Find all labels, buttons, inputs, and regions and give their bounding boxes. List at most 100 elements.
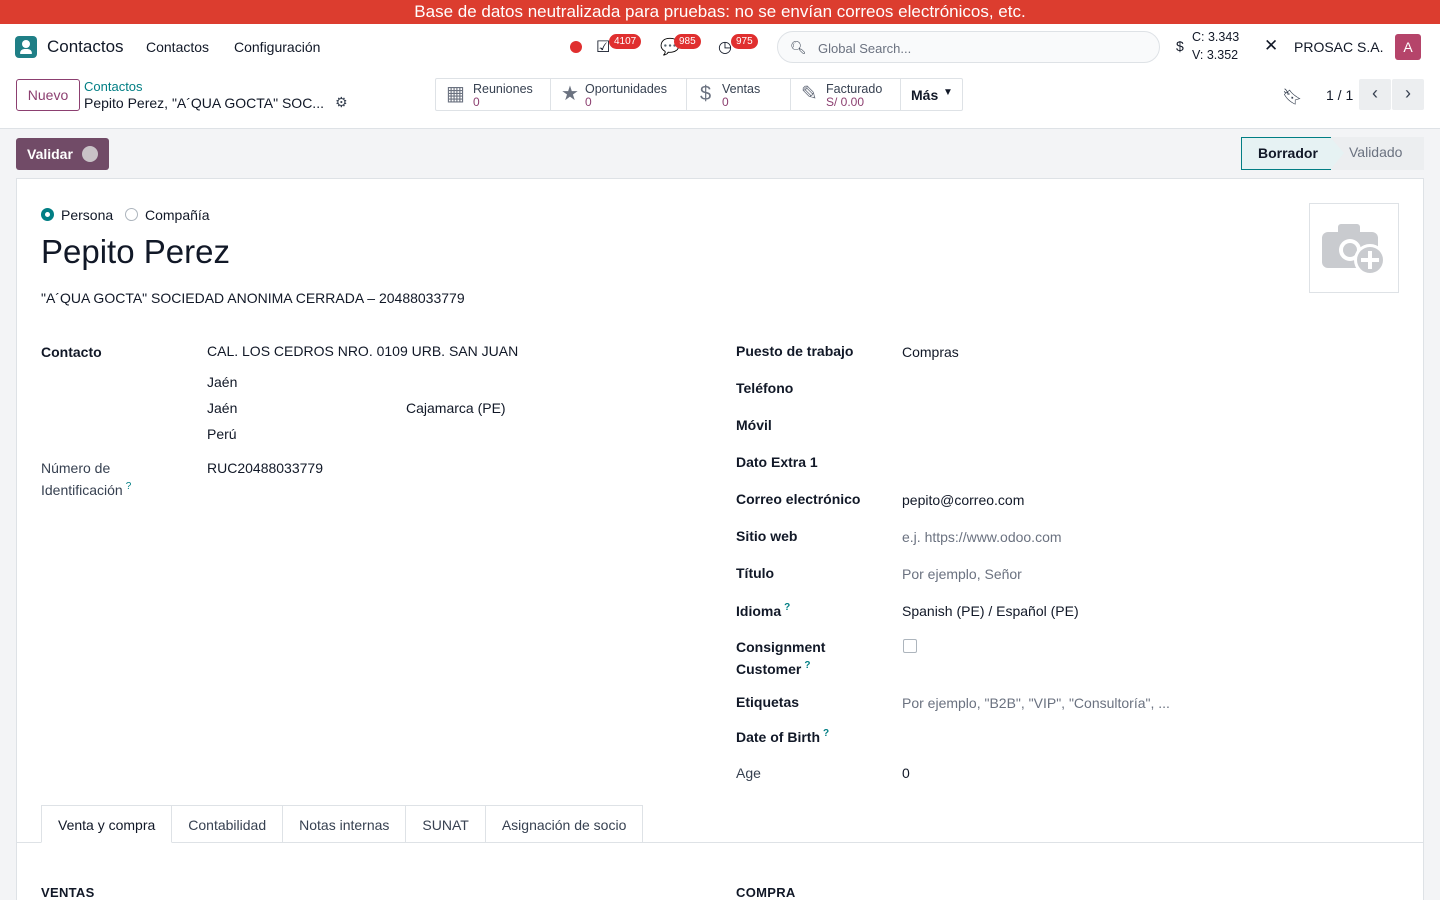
tab-venta-y-compra[interactable]: Venta y compra [41, 805, 173, 843]
user-avatar[interactable]: A [1395, 34, 1421, 60]
global-search-input[interactable] [818, 38, 1138, 58]
district-field[interactable]: Jaén [207, 374, 237, 390]
calendar-icon: ▦ [446, 83, 465, 105]
help-icon[interactable]: ? [784, 602, 790, 613]
extra-data-label: Dato Extra 1 [736, 454, 818, 470]
radio-dot-selected [41, 208, 54, 221]
smart-button-value: S/ 0.00 [826, 95, 865, 109]
control-panel: Nuevo Contactos Pepito Perez, "A´QUA GOC… [0, 70, 1440, 129]
smart-button-ventas[interactable]: $ Ventas 0 [687, 79, 791, 110]
email-label: Correo electrónico [736, 491, 861, 507]
title-field[interactable]: Por ejemplo, Señor [902, 566, 1022, 582]
vat-label-line1: Número de [41, 460, 111, 476]
email-field[interactable]: pepito@correo.com [902, 492, 1024, 508]
contacts-app-icon[interactable] [15, 36, 37, 58]
validate-label: Validar [27, 146, 73, 162]
birth-date-label: Date of Birth? [736, 728, 829, 745]
pager-next-button[interactable]: › [1392, 79, 1424, 110]
star-icon: ★ [561, 83, 579, 105]
website-label: Sitio web [736, 528, 798, 544]
website-field[interactable]: e.j. https://www.odoo.com [902, 529, 1062, 545]
smart-button-oportunidades[interactable]: ★ Oportunidades 0 [551, 79, 687, 110]
radio-dot [125, 208, 138, 221]
currency-dollar-icon: $ [1176, 38, 1184, 54]
language-field[interactable]: Spanish (PE) / Español (PE) [902, 603, 1079, 619]
consignment-label: Customer? [736, 660, 810, 677]
edit-icon: ✎ [801, 83, 818, 105]
pager-value[interactable]: 1 / 1 [1326, 87, 1353, 103]
timer-counter: 975 [731, 34, 758, 49]
smart-button-value: 0 [722, 95, 729, 109]
bookmark-icon[interactable]: 🔖︎ [1282, 87, 1302, 107]
phone-label: Teléfono [736, 380, 794, 396]
vat-field[interactable]: RUC20488033779 [207, 460, 323, 476]
more-dropdown[interactable]: Más ▼ [901, 79, 962, 110]
job-field[interactable]: Compras [902, 344, 959, 360]
tools-icon[interactable]: ✕ [1264, 36, 1278, 56]
smart-button-reuniones[interactable]: ▦ Reuniones 0 [436, 79, 551, 110]
job-label: Puesto de trabajo [736, 343, 854, 359]
company-switcher[interactable]: PROSAC S.A. [1294, 39, 1383, 55]
breadcrumb-parent[interactable]: Contactos [84, 79, 143, 94]
smart-button-value: 0 [585, 95, 592, 109]
search-icon: 🔍︎ [790, 40, 807, 55]
app-name[interactable]: Contactos [47, 37, 124, 57]
tab-notas-internas[interactable]: Notas internas [283, 805, 407, 843]
help-icon[interactable]: ? [823, 728, 829, 739]
form-sheet: Persona Compañía Pepito Perez "A´QUA GOC… [16, 178, 1424, 900]
tab-contabilidad[interactable]: Contabilidad [172, 805, 284, 843]
smart-button-label: Oportunidades [585, 82, 668, 96]
menu-configuracion[interactable]: Configuración [234, 39, 320, 55]
stage-borrador[interactable]: Borrador [1241, 137, 1345, 170]
title-label: Título [736, 565, 775, 581]
breadcrumb-current: Pepito Perez, "A´QUA GOCTA" SOC... [84, 95, 324, 111]
mobile-label: Móvil [736, 417, 772, 433]
smart-button-label: Reuniones [473, 82, 533, 96]
radio-label: Compañía [145, 207, 210, 223]
vat-label: Identificación? [41, 481, 131, 498]
birth-date-label-text: Date of Birth [736, 729, 820, 745]
global-search[interactable]: 🔍︎ [777, 31, 1160, 63]
age-label: Age [736, 765, 761, 781]
tags-label: Etiquetas [736, 694, 800, 710]
country-field[interactable]: Perú [207, 426, 237, 442]
neutralized-db-banner: Base de datos neutralizada para pruebas:… [0, 0, 1440, 24]
parent-company[interactable]: "A´QUA GOCTA" SOCIEDAD ANONIMA CERRADA –… [41, 290, 465, 306]
radio-label: Persona [61, 207, 114, 223]
top-navbar: Contactos Contactos Configuración ☑ 4107… [0, 24, 1440, 70]
stage-validado[interactable]: Validado [1331, 137, 1424, 170]
street-field[interactable]: CAL. LOS CEDROS NRO. 0109 URB. SAN JUAN [207, 343, 518, 359]
tab-sunat[interactable]: SUNAT [406, 805, 486, 843]
help-icon[interactable]: ? [804, 660, 810, 671]
consignment-label-line2: Customer [736, 661, 802, 677]
validate-button[interactable]: Validar [16, 138, 109, 170]
tab-asignacion-de-socio[interactable]: Asignación de socio [485, 805, 644, 843]
smart-button-facturado[interactable]: ✎ Facturado S/ 0.00 [791, 79, 901, 110]
menu-contactos[interactable]: Contactos [146, 39, 209, 55]
consignment-checkbox[interactable] [903, 639, 917, 653]
smart-button-label: Facturado [826, 82, 883, 96]
more-label: Más [911, 87, 939, 103]
dollar-icon: $ [700, 83, 712, 105]
exchange-rate-sell: V: 3.352 [1192, 48, 1239, 62]
gear-icon[interactable]: ⚙ [335, 94, 348, 111]
language-label-text: Idioma [736, 603, 782, 619]
user-icon [82, 146, 98, 162]
help-icon[interactable]: ? [126, 481, 132, 492]
sales-section-title: VENTAS [41, 885, 95, 900]
partner-name[interactable]: Pepito Perez [41, 233, 230, 271]
consignment-label-line1: Consignment [736, 639, 826, 655]
presence-status-icon[interactable] [570, 41, 582, 53]
vat-label-line2: Identificación [41, 482, 123, 498]
new-button[interactable]: Nuevo [16, 79, 80, 111]
tags-field[interactable]: Por ejemplo, "B2B", "VIP", "Consultoría"… [902, 695, 1170, 711]
pager-previous-button[interactable]: ‹ [1359, 79, 1391, 110]
exchange-rate-buy: C: 3.343 [1192, 30, 1240, 44]
image-upload[interactable] [1309, 203, 1399, 293]
state-field[interactable]: Cajamarca (PE) [406, 400, 506, 416]
status-bar: Borrador Validado [1241, 137, 1424, 170]
activity-counter: 4107 [609, 34, 642, 49]
city-field[interactable]: Jaén [207, 400, 237, 416]
notebook-tabs: Venta y compra Contabilidad Notas intern… [41, 805, 644, 843]
clock-icon[interactable]: ◷ [718, 37, 732, 57]
